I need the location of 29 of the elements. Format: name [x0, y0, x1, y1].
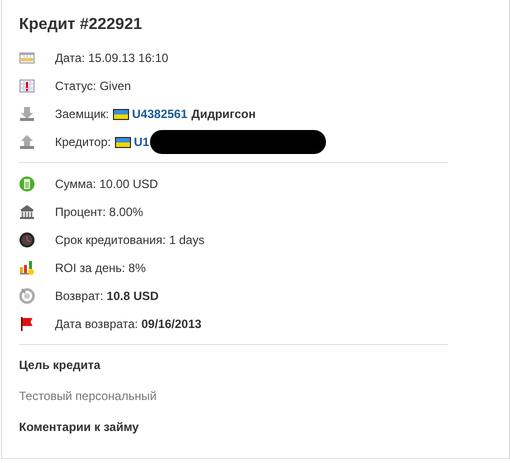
- refresh-icon: [19, 288, 35, 304]
- page-title: Кредит #222921: [19, 15, 143, 35]
- detail-text: Процент: 8.00%: [55, 204, 144, 221]
- calculator-icon: [19, 176, 35, 192]
- user-link[interactable]: U4382561: [132, 105, 188, 123]
- flag-icon: [19, 316, 35, 332]
- section-heading: Коментарии к займу: [19, 419, 140, 435]
- calendar-icon: [19, 50, 35, 66]
- detail-text: Статус: Given: [55, 78, 131, 95]
- purpose-text: Тестовый персональный: [19, 388, 158, 405]
- field-label: Кредитор:: [55, 134, 111, 151]
- detail-text: Дата: 15.09.13 16:10: [55, 50, 168, 67]
- section-heading: Цель кредита: [19, 357, 102, 373]
- bank-icon: [19, 204, 35, 220]
- flag-icon: [113, 108, 130, 120]
- detail-text: Срок кредитования: 1 days: [55, 232, 204, 249]
- field-label: Заемщик:: [55, 106, 110, 123]
- user-link[interactable]: U1: [134, 133, 150, 151]
- detail-text: Сумма: 10.00 USD: [55, 176, 158, 193]
- clock-icon: [19, 232, 35, 248]
- detail-text: Возврат: 10.8 USD: [55, 288, 159, 305]
- flag-icon: [114, 136, 131, 148]
- chart-icon: [19, 260, 35, 276]
- calendar-icon: [19, 78, 35, 94]
- user-name: Дидригсон: [191, 106, 256, 123]
- detail-text: Дата возврата: 09/16/2013: [55, 316, 202, 333]
- detail-text: ROI за день: 8%: [55, 260, 146, 277]
- download-icon: [19, 106, 35, 122]
- upload-icon: [19, 134, 35, 150]
